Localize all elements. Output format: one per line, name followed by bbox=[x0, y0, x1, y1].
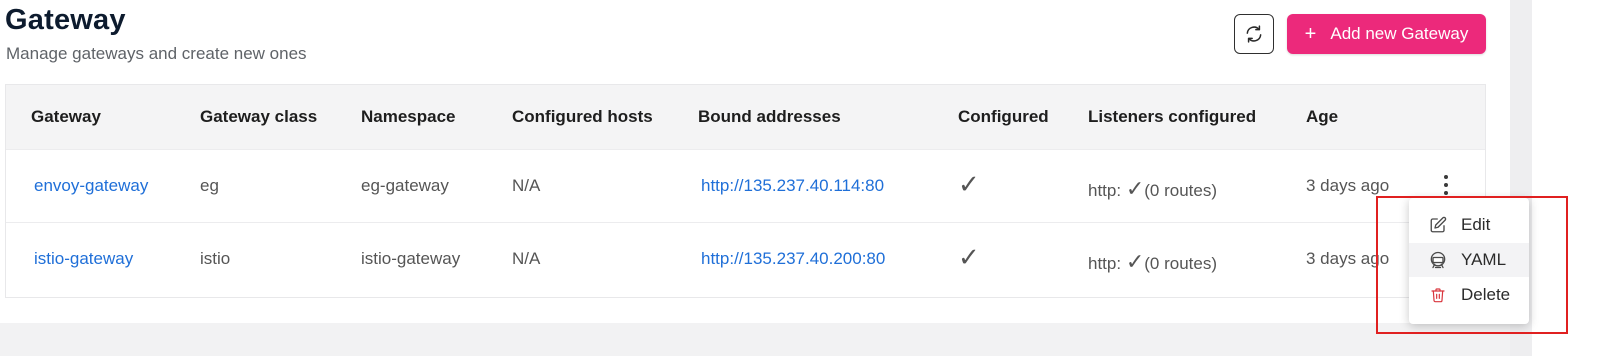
page-subtitle: Manage gateways and create new ones bbox=[6, 44, 307, 63]
menu-item-yaml[interactable]: YAML bbox=[1409, 243, 1529, 277]
column-header-namespace[interactable]: Namespace bbox=[361, 107, 456, 127]
row-actions-menu: Edit YAML Delete bbox=[1409, 198, 1529, 324]
bound-address-link[interactable]: http://135.237.40.114:80 bbox=[701, 176, 884, 196]
add-gateway-button[interactable]: + Add new Gateway bbox=[1287, 14, 1486, 54]
edit-icon bbox=[1427, 216, 1449, 234]
age-cell: 3 days ago bbox=[1306, 176, 1390, 195]
listeners-protocol: http: bbox=[1088, 254, 1126, 273]
configured-hosts-cell: N/A bbox=[512, 176, 541, 195]
listener-check-icon: ✓ bbox=[1125, 249, 1145, 274]
configured-check-icon: ✓ bbox=[958, 169, 980, 199]
listener-check-icon: ✓ bbox=[1125, 176, 1145, 201]
listener-routes-count: (0 routes) bbox=[1144, 181, 1217, 200]
configured-check-icon: ✓ bbox=[958, 242, 980, 272]
age-cell: 3 days ago bbox=[1306, 249, 1390, 268]
namespace-cell: eg-gateway bbox=[361, 176, 449, 195]
row-actions-kebab-icon[interactable] bbox=[1436, 172, 1456, 198]
gateway-table: Gateway Gateway class Namespace Configur… bbox=[5, 84, 1486, 298]
listeners-configured-cell: http: ✓(0 routes) bbox=[1088, 176, 1217, 202]
table-row: envoy-gateway eg eg-gateway N/A http://1… bbox=[6, 149, 1485, 222]
gateway-name-link[interactable]: istio-gateway bbox=[34, 249, 133, 269]
refresh-icon bbox=[1244, 24, 1264, 44]
gateway-name-link[interactable]: envoy-gateway bbox=[34, 176, 148, 196]
column-header-bound-addresses[interactable]: Bound addresses bbox=[698, 107, 841, 127]
menu-item-label: Edit bbox=[1461, 215, 1491, 234]
table-row: istio-gateway istio istio-gateway N/A ht… bbox=[6, 222, 1485, 295]
gateway-class-cell: istio bbox=[200, 249, 231, 268]
plus-icon: + bbox=[1304, 23, 1317, 45]
column-header-age[interactable]: Age bbox=[1306, 107, 1338, 127]
listener-routes-count: (0 routes) bbox=[1144, 254, 1217, 273]
menu-item-label: YAML bbox=[1461, 250, 1507, 269]
menu-item-label: Delete bbox=[1461, 285, 1511, 304]
page-title: Gateway bbox=[5, 4, 126, 36]
table-header: Gateway Gateway class Namespace Configur… bbox=[6, 85, 1485, 149]
right-margin bbox=[1532, 0, 1600, 356]
page-footer-area bbox=[0, 323, 1510, 356]
column-header-listeners-configured[interactable]: Listeners configured bbox=[1088, 107, 1256, 127]
trash-icon bbox=[1427, 286, 1449, 304]
yaml-icon bbox=[1427, 250, 1449, 270]
column-header-gateway-class[interactable]: Gateway class bbox=[200, 107, 317, 127]
column-header-configured-hosts[interactable]: Configured hosts bbox=[512, 107, 653, 127]
refresh-button[interactable] bbox=[1234, 14, 1274, 54]
namespace-cell: istio-gateway bbox=[361, 249, 461, 268]
bound-address-link[interactable]: http://135.237.40.200:80 bbox=[701, 249, 885, 269]
configured-hosts-cell: N/A bbox=[512, 249, 541, 268]
listeners-configured-cell: http: ✓(0 routes) bbox=[1088, 249, 1217, 275]
menu-item-delete[interactable]: Delete bbox=[1409, 278, 1529, 312]
column-header-gateway[interactable]: Gateway bbox=[31, 107, 101, 127]
add-gateway-button-label: Add new Gateway bbox=[1330, 24, 1469, 43]
menu-item-edit[interactable]: Edit bbox=[1409, 208, 1529, 242]
gateway-class-cell: eg bbox=[200, 176, 219, 195]
listeners-protocol: http: bbox=[1088, 181, 1126, 200]
column-header-configured[interactable]: Configured bbox=[958, 107, 1049, 127]
